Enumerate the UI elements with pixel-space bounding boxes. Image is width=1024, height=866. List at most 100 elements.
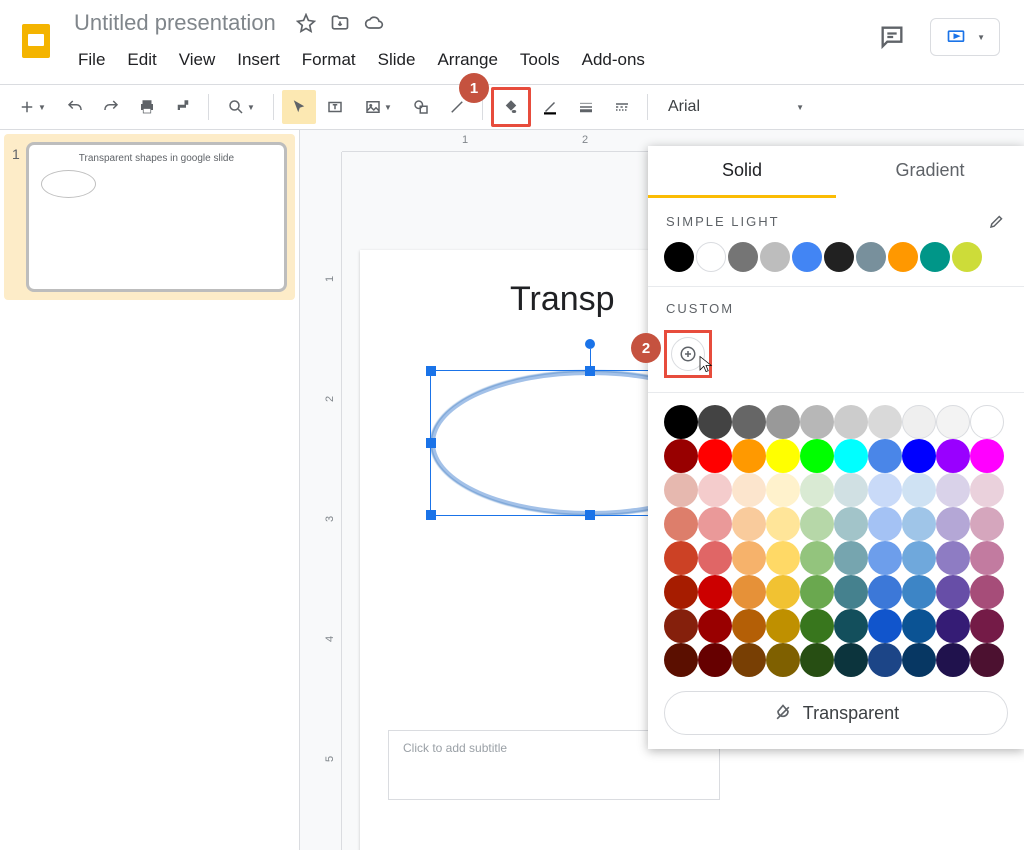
theme-color-swatch[interactable] [696,242,726,272]
color-swatch[interactable] [936,541,970,575]
fill-color-button[interactable] [491,87,531,127]
paint-format-button[interactable] [166,90,200,124]
color-swatch[interactable] [800,507,834,541]
color-swatch[interactable] [698,439,732,473]
resize-handle-bl[interactable] [426,510,436,520]
undo-button[interactable] [58,90,92,124]
film-strip[interactable]: 1 Transparent shapes in google slide [0,130,300,850]
theme-color-swatch[interactable] [824,242,854,272]
color-swatch[interactable] [766,541,800,575]
color-swatch[interactable] [766,575,800,609]
border-dash-button[interactable] [605,90,639,124]
color-swatch[interactable] [698,507,732,541]
resize-handle-bm[interactable] [585,510,595,520]
color-swatch[interactable] [732,473,766,507]
present-button[interactable]: ▼ [930,18,1000,56]
menu-edit[interactable]: Edit [117,44,166,76]
color-swatch[interactable] [834,507,868,541]
color-swatch[interactable] [664,405,698,439]
color-swatch[interactable] [766,439,800,473]
document-title[interactable]: Untitled presentation [68,8,282,38]
color-swatch[interactable] [970,643,1004,677]
color-swatch[interactable] [936,609,970,643]
slide-thumbnail-1[interactable]: 1 Transparent shapes in google slide [12,142,287,292]
color-swatch[interactable] [664,439,698,473]
color-swatch[interactable] [800,609,834,643]
color-swatch[interactable] [766,405,800,439]
redo-button[interactable] [94,90,128,124]
theme-color-swatch[interactable] [728,242,758,272]
move-to-folder-icon[interactable] [330,13,350,33]
color-swatch[interactable] [800,575,834,609]
color-swatch[interactable] [936,473,970,507]
color-swatch[interactable] [834,541,868,575]
color-swatch[interactable] [936,439,970,473]
color-swatch[interactable] [970,439,1004,473]
color-swatch[interactable] [834,405,868,439]
color-swatch[interactable] [766,473,800,507]
print-button[interactable] [130,90,164,124]
color-swatch[interactable] [936,405,970,439]
border-weight-button[interactable] [569,90,603,124]
color-swatch[interactable] [970,405,1004,439]
pencil-icon[interactable] [988,212,1006,230]
color-swatch[interactable] [698,643,732,677]
color-swatch[interactable] [698,609,732,643]
color-swatch[interactable] [664,609,698,643]
theme-color-swatch[interactable] [920,242,950,272]
menu-slide[interactable]: Slide [368,44,426,76]
color-swatch[interactable] [868,609,902,643]
zoom-button[interactable]: ▼ [217,90,265,124]
border-color-button[interactable] [533,90,567,124]
color-swatch[interactable] [800,473,834,507]
color-swatch[interactable] [732,541,766,575]
color-swatch[interactable] [800,439,834,473]
color-swatch[interactable] [732,609,766,643]
resize-handle-tl[interactable] [426,366,436,376]
color-swatch[interactable] [766,643,800,677]
transparent-button[interactable]: Transparent [664,691,1008,735]
color-swatch[interactable] [868,473,902,507]
color-swatch[interactable] [766,609,800,643]
color-swatch[interactable] [698,473,732,507]
color-swatch[interactable] [834,439,868,473]
color-swatch[interactable] [902,405,936,439]
menu-insert[interactable]: Insert [227,44,290,76]
color-swatch[interactable] [664,473,698,507]
menu-file[interactable]: File [68,44,115,76]
color-swatch[interactable] [902,507,936,541]
theme-color-swatch[interactable] [856,242,886,272]
color-swatch[interactable] [936,575,970,609]
color-swatch[interactable] [868,541,902,575]
color-swatch[interactable] [902,609,936,643]
color-swatch[interactable] [902,575,936,609]
theme-color-swatch[interactable] [760,242,790,272]
color-swatch[interactable] [766,507,800,541]
color-swatch[interactable] [868,575,902,609]
color-swatch[interactable] [698,405,732,439]
color-swatch[interactable] [800,643,834,677]
color-swatch[interactable] [800,541,834,575]
color-swatch[interactable] [868,405,902,439]
color-swatch[interactable] [834,609,868,643]
color-swatch[interactable] [698,541,732,575]
color-swatch[interactable] [970,575,1004,609]
comments-icon[interactable] [878,23,906,51]
color-swatch[interactable] [868,643,902,677]
color-swatch[interactable] [834,473,868,507]
color-swatch[interactable] [834,575,868,609]
color-swatch[interactable] [970,609,1004,643]
menu-format[interactable]: Format [292,44,366,76]
color-swatch[interactable] [936,507,970,541]
color-swatch[interactable] [868,507,902,541]
menu-tools[interactable]: Tools [510,44,570,76]
menu-view[interactable]: View [169,44,226,76]
rotate-handle[interactable] [585,339,595,349]
insert-image-button[interactable]: ▼ [354,90,402,124]
menu-arrange[interactable]: Arrange [427,44,507,76]
color-swatch[interactable] [732,405,766,439]
select-tool-button[interactable] [282,90,316,124]
new-slide-button[interactable]: ▼ [8,90,56,124]
color-swatch[interactable] [664,643,698,677]
theme-color-swatch[interactable] [952,242,982,272]
